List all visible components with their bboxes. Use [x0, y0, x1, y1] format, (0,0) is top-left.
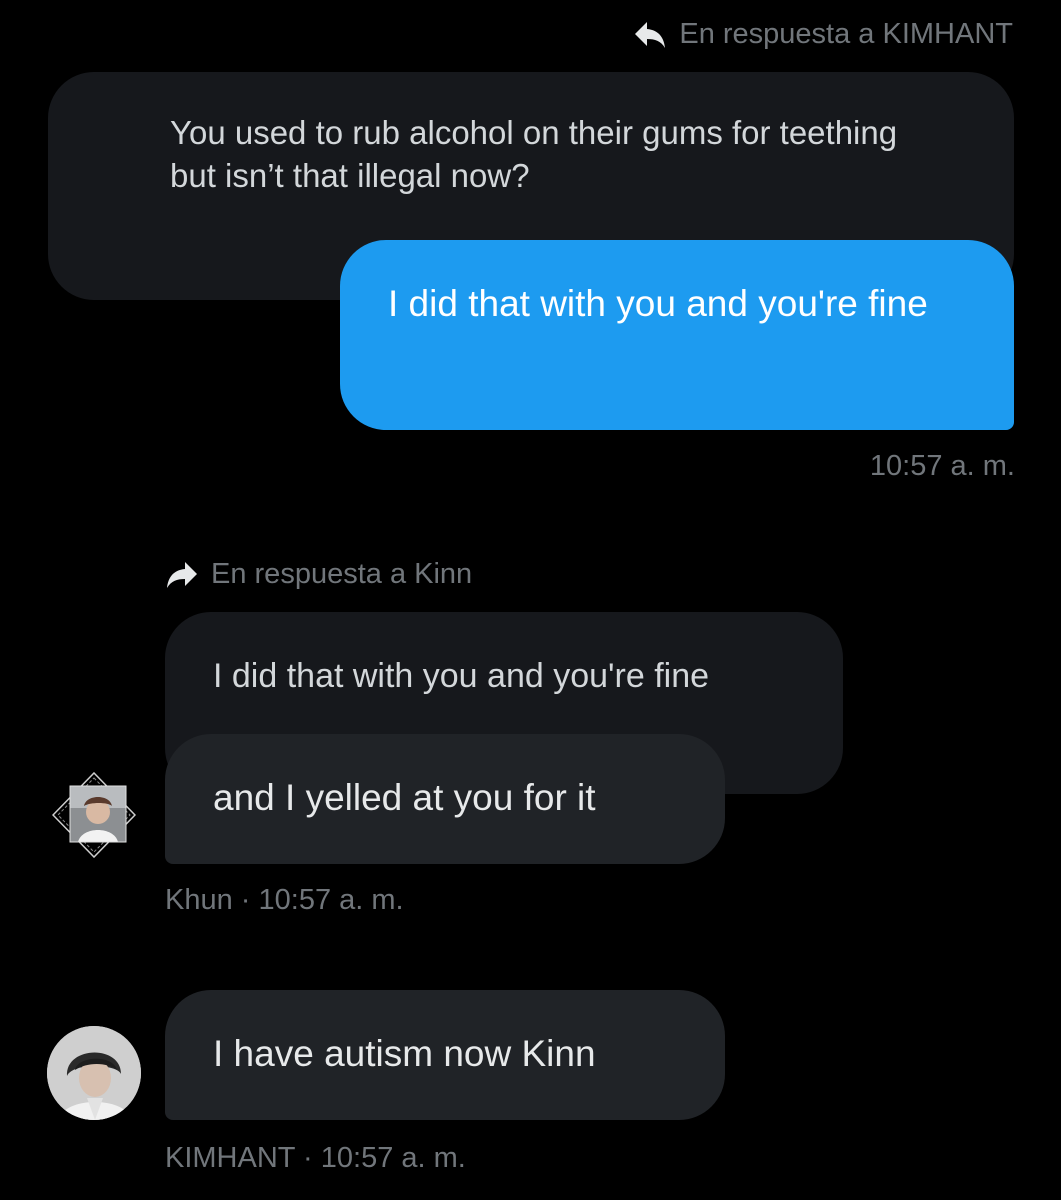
sent-message-text: I did that with you and you're fine: [388, 283, 928, 324]
avatar-photo: [47, 1026, 141, 1120]
received-message-bubble[interactable]: and I yelled at you for it: [165, 734, 725, 864]
reply-context-2[interactable]: En respuesta a Kinn: [165, 558, 472, 591]
meta-separator: ·: [240, 884, 251, 916]
reply-arrow-icon: [633, 20, 667, 50]
reply-context-label: En respuesta a Kinn: [211, 558, 473, 590]
reply-context-1[interactable]: En respuesta a KIMHANT: [633, 18, 1013, 51]
message-meta: KIMHANT · 10:57 a. m.: [165, 1142, 466, 1175]
quoted-message-text: I did that with you and you're fine: [213, 657, 710, 695]
forward-arrow-icon: [165, 560, 199, 590]
received-message-bubble[interactable]: I have autism now Kinn: [165, 990, 725, 1120]
reply-context-label: En respuesta a KIMHANT: [679, 18, 1013, 50]
user-avatar-khun[interactable]: [51, 771, 137, 859]
message-timestamp: 10:57 a. m.: [258, 884, 404, 916]
message-timestamp: 10:57 a. m.: [320, 1142, 466, 1174]
received-message-text: and I yelled at you for it: [213, 777, 596, 818]
message-meta: Khun · 10:57 a. m.: [165, 884, 404, 917]
user-avatar-kimhant[interactable]: [47, 1026, 141, 1120]
sender-name[interactable]: Khun: [165, 884, 233, 916]
sent-message-bubble[interactable]: I did that with you and you're fine: [340, 240, 1014, 430]
avatar-frame-decoration: [51, 771, 137, 859]
sender-name[interactable]: KIMHANT: [165, 1142, 295, 1174]
received-message-text: I have autism now Kinn: [213, 1033, 596, 1074]
meta-separator: ·: [303, 1142, 313, 1174]
message-timestamp: 10:57 a. m.: [869, 450, 1015, 482]
quoted-message-text: You used to rub alcohol on their gums fo…: [170, 114, 898, 194]
